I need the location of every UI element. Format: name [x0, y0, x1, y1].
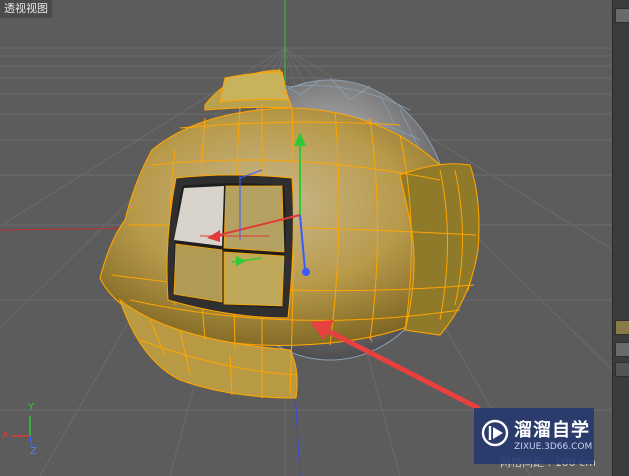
viewport-scene[interactable]	[0, 0, 612, 476]
perspective-viewport[interactable]: 透视视图 Y X Z 网格间距 : 100 cm 溜溜自学 ZIXUE.3D66…	[0, 0, 612, 476]
axis-label-x: X	[2, 430, 9, 441]
watermark-url: ZIXUE.3D66.COM	[514, 442, 593, 452]
watermark: 溜溜自学 ZIXUE.3D66.COM	[474, 408, 594, 464]
panel-tab-icon[interactable]	[615, 362, 629, 377]
watermark-play-logo-icon	[481, 419, 509, 447]
viewport-title[interactable]: 透视视图	[0, 0, 52, 18]
inset-hole	[166, 174, 294, 319]
panel-tab-icon[interactable]	[615, 342, 629, 357]
axis-label-z: Z	[30, 446, 37, 457]
axis-label-y: Y	[28, 402, 35, 413]
panel-tab-icon[interactable]	[615, 8, 629, 23]
panel-tab-icon[interactable]	[615, 320, 629, 335]
watermark-name: 溜溜自学	[514, 420, 590, 441]
right-side-panel	[612, 0, 629, 476]
